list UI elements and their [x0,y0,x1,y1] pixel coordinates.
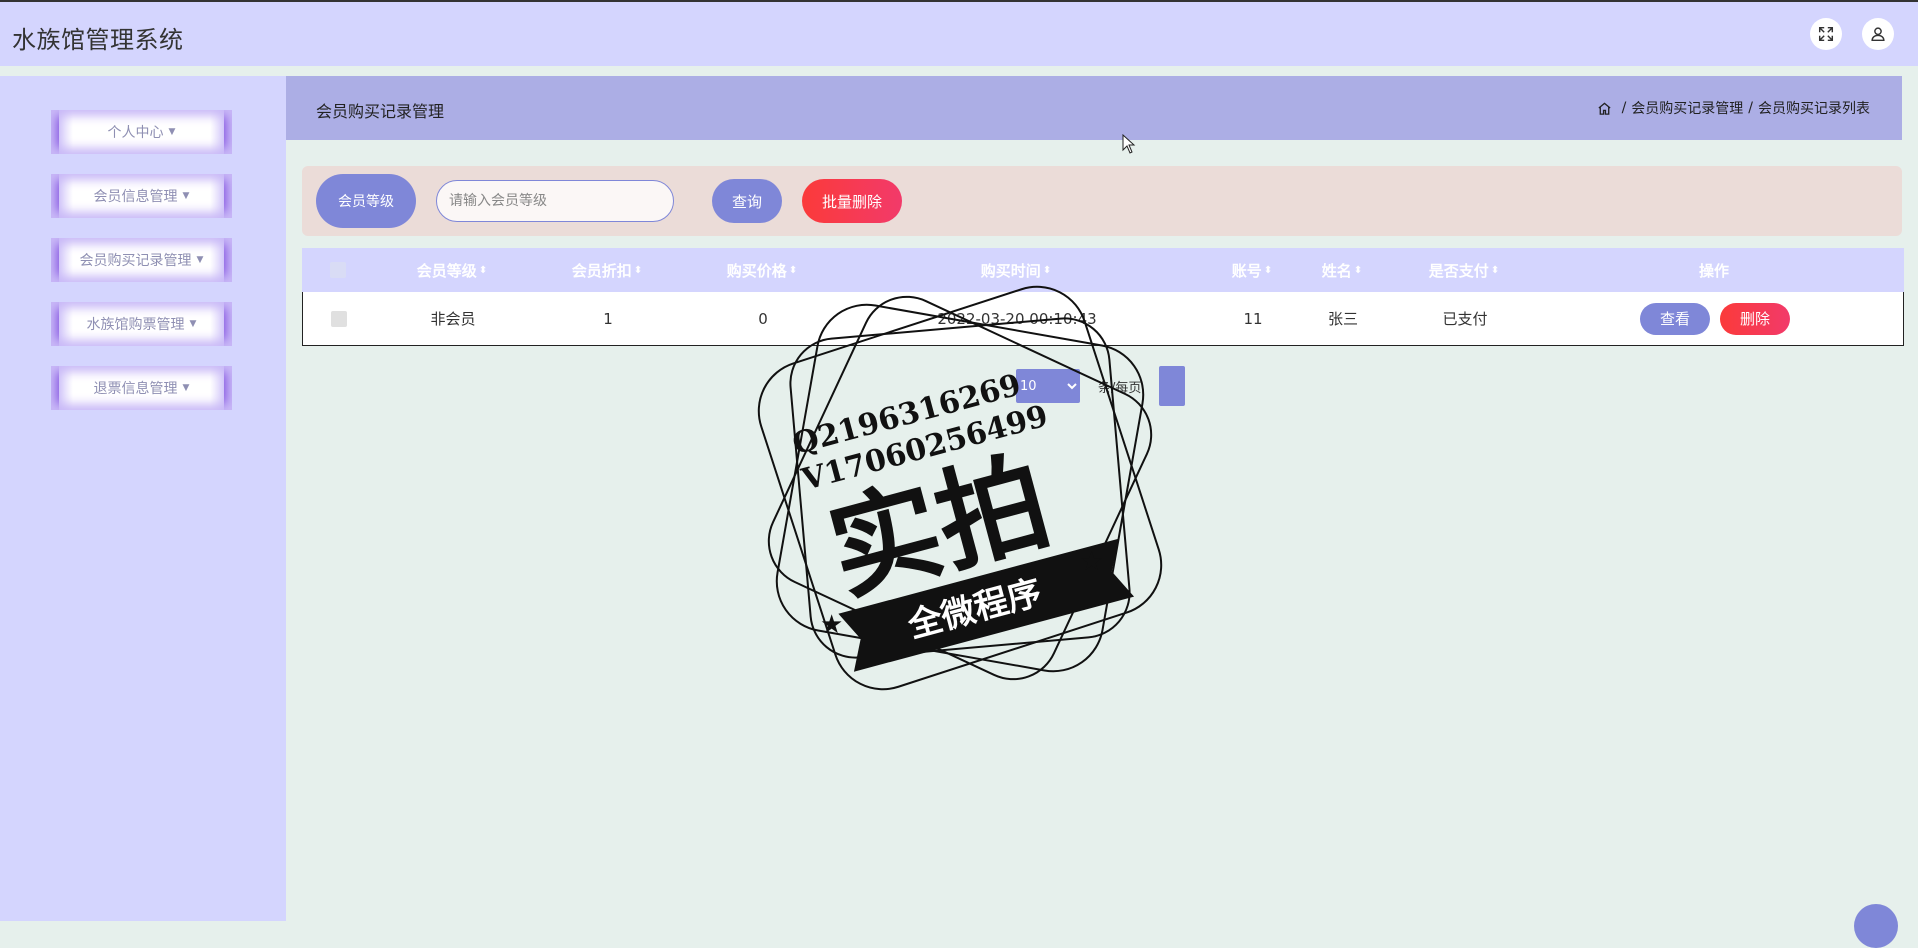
top-bar: 水族馆管理系统 [0,0,1918,66]
row-checkbox[interactable] [331,292,347,345]
sort-icon: ⬍ [633,264,643,276]
sidebar-item-label: 会员购买记录管理 [79,253,192,269]
caret-down-icon: ▼ [182,383,190,393]
sidebar-item-purchase-records[interactable]: 会员购买记录管理 ▼ [51,238,232,282]
column-header-paid[interactable]: 是否支付 ⬍ [1429,248,1499,292]
sort-icon: ⬍ [1263,264,1273,276]
breadcrumb-item[interactable]: 会员购买记录管理 [1631,98,1743,118]
page-size-select[interactable]: 10 20 50 [1016,369,1080,403]
sidebar-item-label: 水族馆购票管理 [86,317,185,333]
cell-name: 张三 [1327,310,1359,328]
caret-down-icon: ▼ [168,127,176,137]
sort-icon: ⬍ [1042,264,1052,276]
sort-icon: ⬍ [1490,264,1500,276]
breadcrumb: / 会员购买记录管理 / 会员购买记录列表 [1597,98,1870,118]
sidebar-item-label: 个人中心 [107,125,164,141]
cell-discount: 1 [603,309,613,328]
main-content: 会员购买记录管理 / 会员购买记录管理 / 会员购买记录列表 会员等级 查询 批… [286,76,1918,921]
per-page-label: 条/每页 [1098,380,1142,396]
user-icon [1871,27,1885,42]
pagination: 10 20 50 条/每页 [1016,366,1186,406]
app-title: 水族馆管理系统 [12,26,184,54]
sort-icon: ⬍ [478,264,488,276]
search-label: 会员等级 [316,174,416,228]
view-button[interactable]: 查看 [1639,302,1710,335]
sidebar-item-refund-info[interactable]: 退票信息管理 ▼ [51,366,232,410]
page-header: 会员购买记录管理 / 会员购买记录管理 / 会员购买记录列表 [286,76,1902,140]
mouse-cursor-icon [1122,134,1136,154]
purchase-records-table: 会员等级 ⬍ 会员折扣 ⬍ 购买价格 ⬍ 购买时间 ⬍ 账号 ⬍ 姓名 ⬍ 是否支付 ⬍ 操作… [302,248,1904,346]
sidebar: 个人中心 ▼ 会员信息管理 ▼ 会员购买记录管理 ▼ 水族馆购票管理 ▼ 退票信息管理 ▼ [0,76,286,921]
column-header-actions: 操作 [1698,261,1730,280]
expand-icon [1818,26,1834,42]
cell-price: 0 [758,309,768,328]
caret-down-icon: ▼ [196,255,204,265]
batch-delete-button[interactable]: 批量删除 [802,179,902,223]
sidebar-item-member-info[interactable]: 会员信息管理 ▼ [51,174,232,218]
user-button[interactable] [1862,18,1894,50]
sort-icon: ⬍ [1353,264,1363,276]
caret-down-icon: ▼ [182,191,190,201]
table-header: 会员等级 ⬍ 会员折扣 ⬍ 购买价格 ⬍ 购买时间 ⬍ 账号 ⬍ 姓名 ⬍ 是否支付 ⬍ 操作 [302,248,1904,292]
delete-button[interactable]: 删除 [1720,302,1791,335]
caret-down-icon: ▼ [189,319,197,329]
member-level-search-input[interactable] [436,180,674,222]
cell-level: 非会员 [430,310,476,328]
sort-icon: ⬍ [788,264,798,276]
breadcrumb-separator: / [1621,100,1627,116]
cell-actions: 查看 删除 [1635,292,1795,345]
column-header-account[interactable]: 账号 ⬍ [1232,248,1272,292]
top-strip [0,66,1918,76]
table-row: 非会员 1 0 2022-03-20 00:10:43 11 张三 已支付 查看… [302,292,1904,346]
column-header-time[interactable]: 购买时间 ⬍ [981,248,1051,292]
breadcrumb-item: 会员购买记录列表 [1758,101,1870,117]
column-header-discount[interactable]: 会员折扣 ⬍ [572,248,642,292]
breadcrumb-separator: / [1748,100,1753,116]
sidebar-item-label: 退票信息管理 [93,381,178,397]
cell-account: 11 [1243,309,1263,328]
column-header-name[interactable]: 姓名 ⬍ [1322,248,1362,292]
sidebar-item-personal-center[interactable]: 个人中心 ▼ [51,110,232,154]
query-button[interactable]: 查询 [712,179,782,223]
page-title: 会员购买记录管理 [316,102,445,121]
corner-float-button[interactable] [1854,904,1898,948]
column-header-price[interactable]: 购买价格 ⬍ [727,248,797,292]
search-bar: 会员等级 查询 批量删除 [302,166,1902,236]
cell-paid: 已支付 [1442,310,1488,328]
sidebar-item-ticket-purchase[interactable]: 水族馆购票管理 ▼ [51,302,232,346]
column-header-level[interactable]: 会员等级 ⬍ [417,248,487,292]
select-all-checkbox[interactable] [330,248,346,292]
page-button[interactable] [1159,366,1186,406]
sidebar-item-label: 会员信息管理 [93,189,178,205]
fullscreen-button[interactable] [1810,18,1842,50]
home-icon[interactable] [1597,101,1612,116]
cell-time: 2022-03-20 00:10:43 [937,309,1097,328]
